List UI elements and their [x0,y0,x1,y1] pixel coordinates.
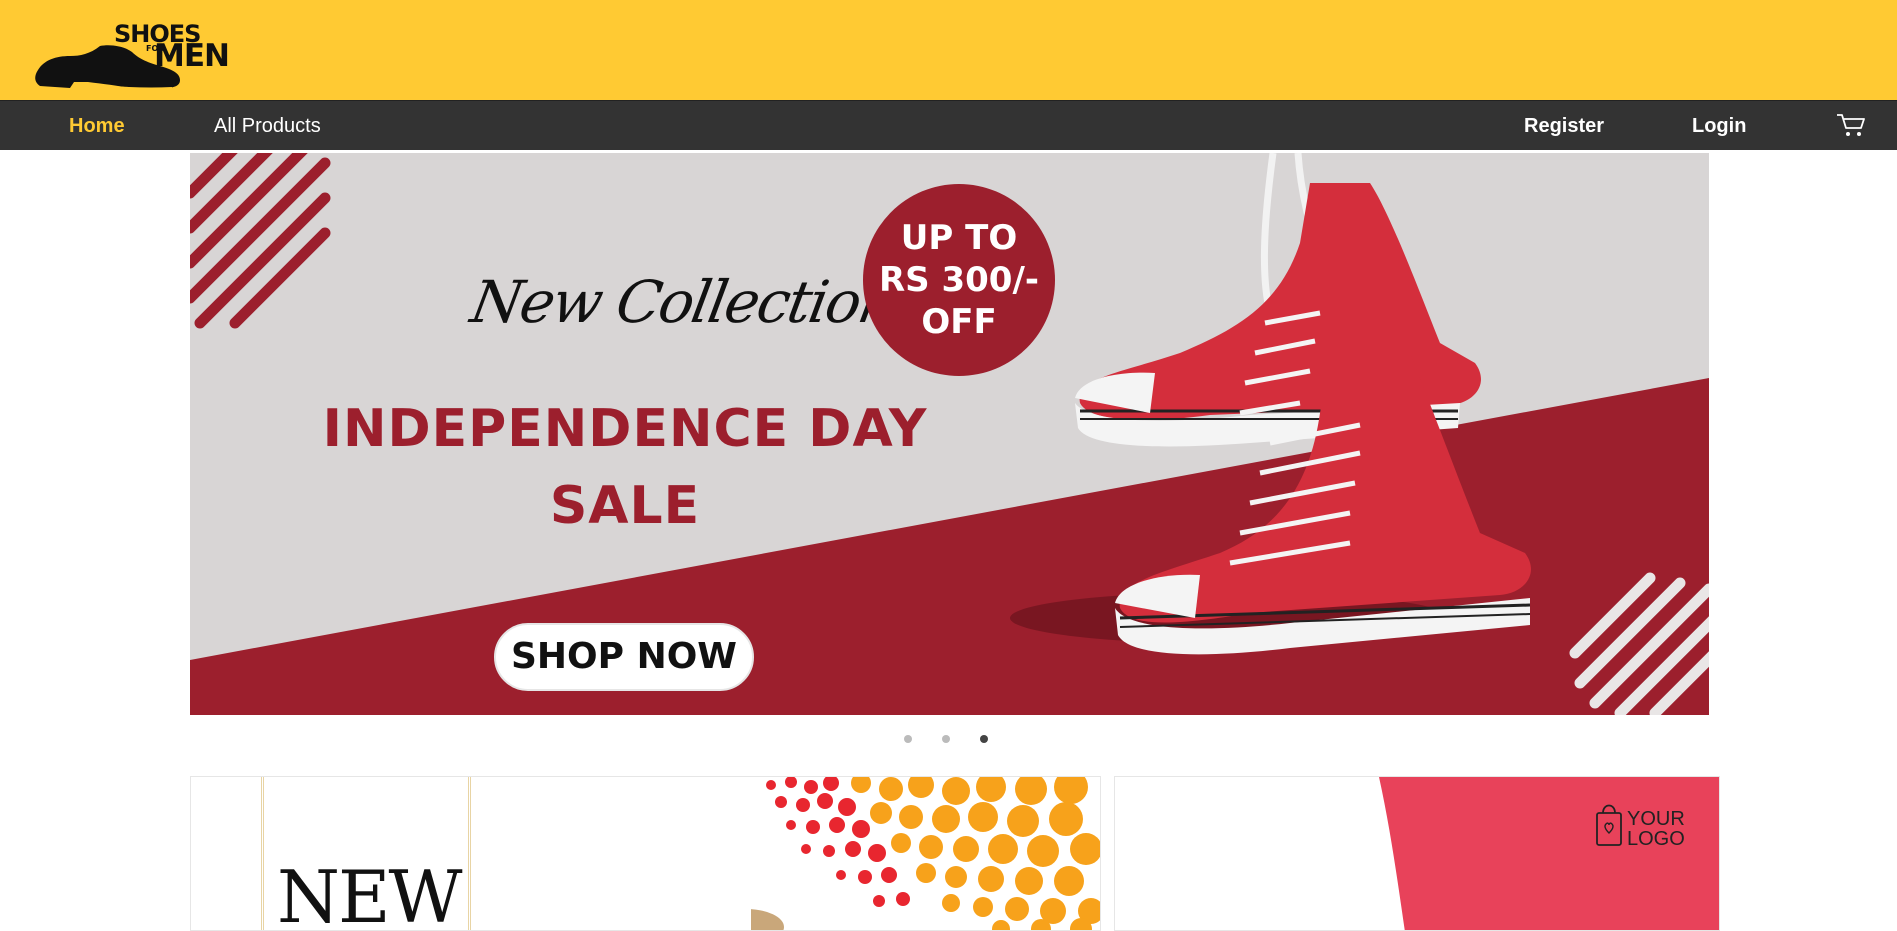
headline-line1: INDEPENDENCE DAY [322,399,928,459]
cart-icon [1837,114,1865,136]
brand-line3: MEN [154,38,230,74]
cart-button[interactable] [1836,112,1866,138]
carousel-dot-2[interactable] [942,735,950,743]
nav-home[interactable]: Home [69,101,125,151]
banner-headline: INDEPENDENCE DAY SALE [290,391,960,545]
halftone-decoration [751,777,1100,930]
banner-subtitle: New Collection [466,268,901,336]
carousel-dot-3[interactable] [980,735,988,743]
brand-logo[interactable]: SHOES FOR MEN [34,18,230,92]
nav-register[interactable]: Register [1524,101,1604,151]
offer-line2: RS 300/- [878,260,1039,300]
shop-now-button[interactable]: SHOP NOW [494,623,754,691]
promo-card-logo[interactable]: YOUR LOGO [1114,776,1720,931]
your-logo-line2: LOGO [1627,828,1685,850]
offer-line1: UP TO [900,218,1018,258]
nav-login[interactable]: Login [1692,101,1746,151]
header-bar: SHOES FOR MEN [0,0,1897,100]
offer-badge: UP TO RS 300/- OFF [863,184,1055,376]
shopping-bag-icon [1596,804,1622,846]
nav-bar: Home All Products Register Login [0,100,1897,150]
new-text: NEW [277,855,463,931]
carousel-dot-1[interactable] [904,735,912,743]
pink-wave [1379,777,1719,930]
promo-card-new[interactable]: NEW [190,776,1101,931]
headline-line2: SALE [549,476,701,536]
your-logo-line1: YOUR [1627,808,1685,830]
offer-line3: OFF [921,302,997,342]
your-logo-text: YOUR LOGO [1627,809,1685,849]
nav-all-products[interactable]: All Products [214,101,321,151]
hero-carousel[interactable]: New Collection INDEPENDENCE DAY SALE UP … [190,153,1709,715]
